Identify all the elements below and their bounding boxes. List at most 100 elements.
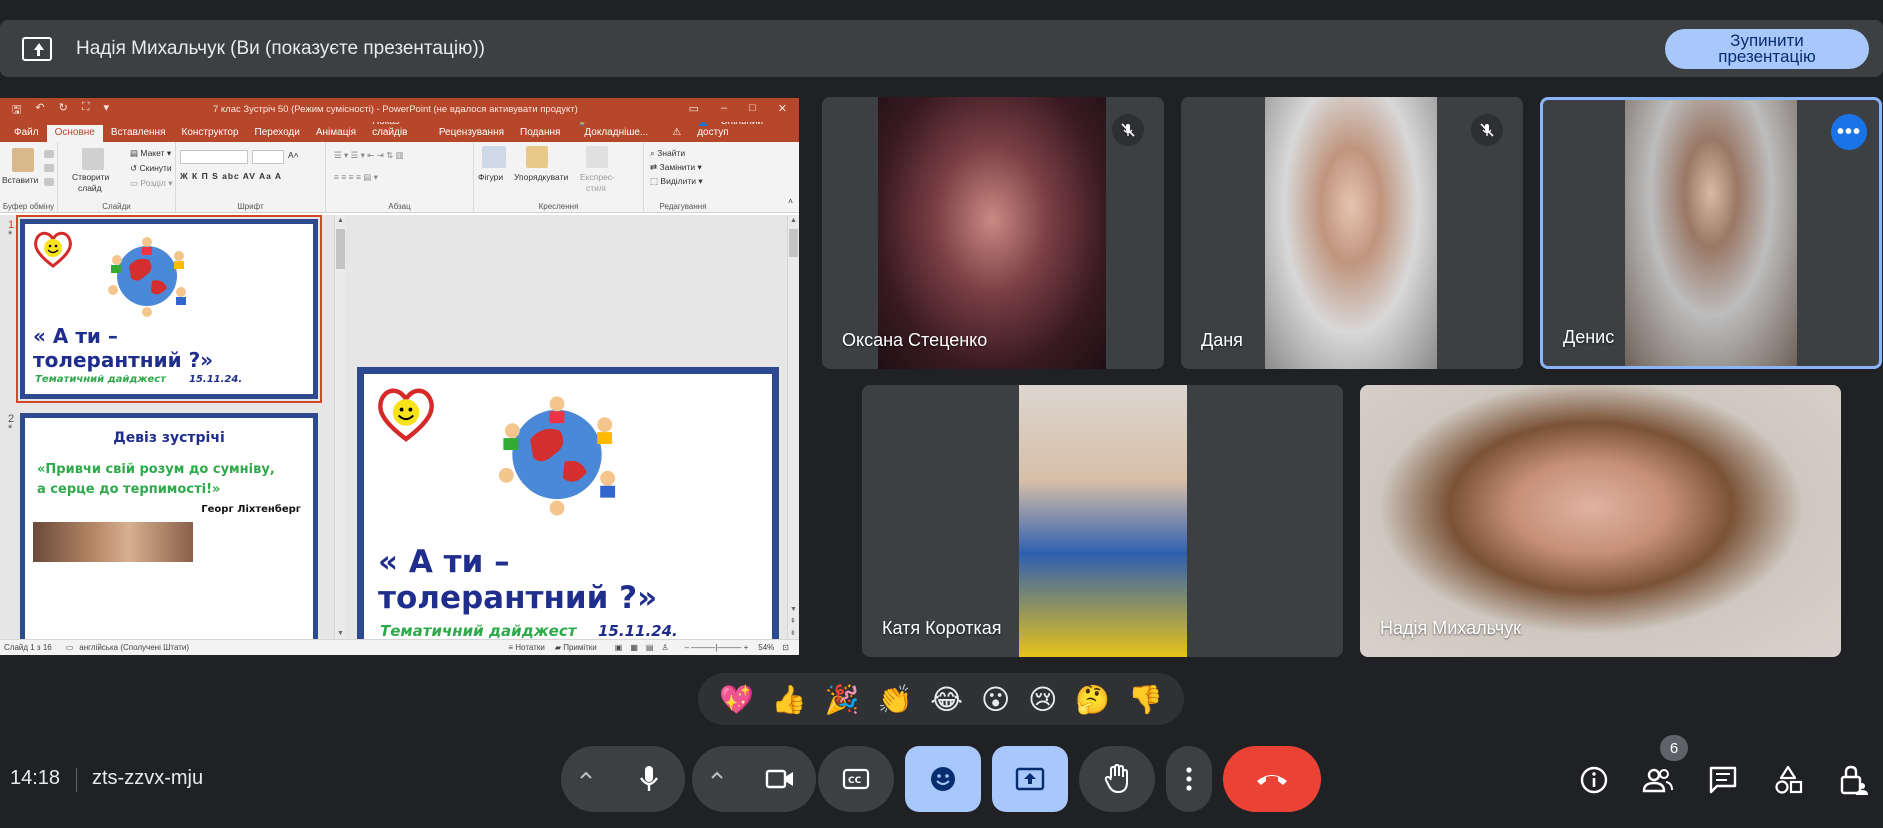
host-controls-button[interactable] [1836,763,1870,797]
tab-transitions[interactable]: Переходи [247,125,308,142]
new-slide-icon[interactable] [82,148,104,170]
slide-thumbnail-1[interactable]: « А ти – толерантний ?» Тематичний дайдж… [16,215,322,403]
meeting-code[interactable]: zts-zzvx-mju [92,767,203,790]
tab-view[interactable]: Подання [512,125,568,142]
tab-animations[interactable]: Анімація [308,125,364,142]
editor-scroll-up-icon[interactable]: ▲ [790,217,797,224]
undo-icon[interactable]: ↶ [35,101,44,120]
tab-design[interactable]: Конструктор [174,125,247,142]
list-buttons[interactable]: ☰ ▾ ☰ ▾ ⇤ ⇥ ⇅ ▥ [334,150,404,161]
quick-styles-button[interactable]: Експрес- [580,172,615,182]
paste-button[interactable]: Вставити [2,175,38,185]
scroll-up-icon[interactable]: ▲ [337,217,344,224]
current-slide-canvas[interactable]: « А ти – толерантний ?» Тематичний дайдж… [357,367,779,655]
participant-tile-nadiia[interactable]: Надія Михальчук [1360,385,1841,657]
close-icon[interactable]: ✕ [778,102,787,115]
drawing-group-label: Креслення [538,202,579,211]
replace-button[interactable]: ⇄ Замінити ▾ [650,162,702,173]
new-slide-button[interactable]: Створити [72,172,109,182]
reactions-button[interactable] [905,746,981,812]
reaction-thinking[interactable]: 🤔 [1075,683,1110,716]
people-button[interactable] [1641,763,1675,797]
comments-button[interactable]: ▰ Примітки [555,643,597,652]
present-now-button[interactable] [992,746,1068,812]
customize-qa-icon[interactable]: ▾ [104,101,110,120]
microphone-button[interactable] [613,746,685,812]
slide-date: 15.11.24. [598,622,678,640]
notes-button[interactable]: ≡ Нотатки [508,643,544,652]
editor-scrollbar[interactable]: ▲ ▼ ⇞ ⇟ [787,215,799,639]
redo-icon[interactable]: ↻ [59,101,68,120]
collapse-ribbon-icon[interactable]: ˄ [788,196,793,206]
reaction-surprised[interactable]: 😮 [981,683,1010,716]
zoom-slider[interactable]: – ———|——— + [685,643,749,652]
tab-home[interactable]: Основне [46,125,103,142]
next-slide-icon[interactable]: ⇟ [790,629,796,637]
captions-button[interactable]: CC [818,746,894,812]
select-button[interactable]: ⬚ Виділити ▾ [650,176,703,187]
font-name-input[interactable] [180,150,248,164]
maximize-icon[interactable]: □ [749,102,756,115]
cut-icon[interactable] [44,150,54,158]
font-format-buttons[interactable]: Ж К П S abc AV Aa A [180,171,282,181]
thumbnails-scrollbar[interactable]: ▲ ▼ [334,215,346,639]
find-button[interactable]: ⌕ Знайти [650,148,685,159]
grow-font-icon[interactable]: A˄ [288,150,299,160]
camera-button[interactable] [744,746,816,812]
reset-button[interactable]: ↺ Скинути [130,163,172,174]
align-buttons[interactable]: ≡ ≡ ≡ ≡ ▤ ▾ [334,172,378,183]
view-buttons[interactable]: ▣▦▤♙ [615,643,677,652]
tab-review[interactable]: Рецензування [431,125,512,142]
video-options-chevron-icon[interactable] [708,766,726,789]
scroll-down-icon[interactable]: ▼ [337,630,344,637]
ribbon-display-icon[interactable]: ▭ [689,102,699,115]
section-button[interactable]: ▭ Розділ ▾ [130,178,173,189]
prev-slide-icon[interactable]: ⇞ [790,617,796,625]
people-icon [1642,768,1673,793]
minimize-icon[interactable]: – [721,102,727,115]
arrange-icon[interactable] [526,146,548,168]
format-painter-icon[interactable] [44,178,54,186]
slide-thumbnail-2[interactable]: Девіз зустрічі «Привчи свій розум до сум… [20,413,318,653]
reaction-sparkling-heart[interactable]: 💖 [719,683,754,716]
leave-call-button[interactable] [1223,746,1321,812]
reaction-party-popper[interactable]: 🎉 [825,683,860,716]
reaction-laughing[interactable]: 😂 [930,683,963,716]
reaction-thumbs-down[interactable]: 👎 [1128,683,1163,716]
font-size-input[interactable] [252,150,284,164]
tab-file[interactable]: Файл [6,125,47,142]
shapes-button[interactable]: Фігури [478,172,503,182]
more-options-icon[interactable]: ••• [1831,114,1867,150]
activities-button[interactable] [1771,763,1805,797]
fit-slide-icon[interactable]: ⊡ [782,643,789,652]
stop-presenting-button[interactable]: Зупинити презентацію [1665,29,1869,69]
reaction-thumbs-up[interactable]: 👍 [772,683,807,716]
arrange-button[interactable]: Упорядкувати [514,172,568,182]
reaction-clapping[interactable]: 👏 [877,683,912,716]
editor-scroll-thumb[interactable] [789,229,798,257]
shapes-icon[interactable] [482,146,506,168]
layout-button[interactable]: ▤ Макет ▾ [130,148,171,159]
spellcheck-icon[interactable]: ▭ [66,643,74,652]
thumbnails-scroll-thumb[interactable] [336,229,345,269]
quick-styles-icon[interactable] [586,146,608,168]
tab-insert[interactable]: Вставлення [103,125,174,142]
participant-tile-katya[interactable]: Катя Короткая [862,385,1343,657]
participant-tile-oksana[interactable]: Оксана Стеценко [822,97,1164,369]
reaction-crying[interactable]: 😢 [1028,683,1057,716]
participant-tile-danya[interactable]: Даня [1181,97,1523,369]
editor-scroll-down-icon[interactable]: ▼ [790,606,797,613]
heart-smiley-icon-main [378,388,434,442]
zoom-level[interactable]: 54% [758,643,774,652]
language-indicator[interactable]: англійська (Сполучені Штати) [79,643,189,652]
paste-icon[interactable] [12,148,34,172]
chat-button[interactable] [1706,763,1740,797]
copy-icon[interactable] [44,164,54,172]
participant-tile-denys[interactable]: ••• Денис [1540,97,1882,369]
save-icon[interactable]: 🖫 [12,101,21,120]
meeting-details-button[interactable] [1577,763,1611,797]
more-options-button[interactable] [1166,746,1212,812]
audio-options-chevron-icon[interactable] [577,766,595,789]
raise-hand-button[interactable] [1079,746,1155,812]
start-slideshow-icon[interactable]: ⛶ [82,101,90,120]
